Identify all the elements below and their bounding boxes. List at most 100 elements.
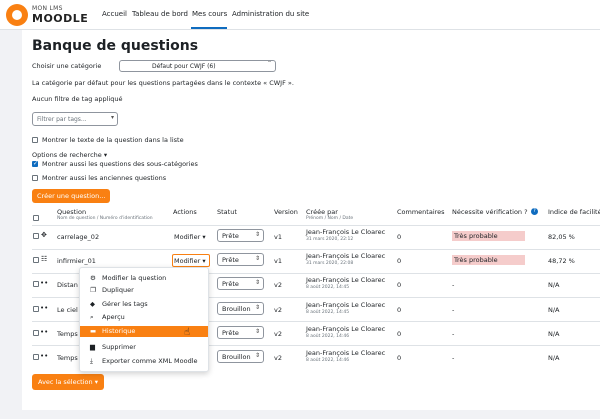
comments-count[interactable]: 0 xyxy=(397,354,401,362)
show-old-checkbox[interactable] xyxy=(32,175,38,181)
author: Jean-François Le Cloarec xyxy=(306,301,386,309)
comments-count[interactable]: 0 xyxy=(397,281,401,289)
review-value: - xyxy=(452,354,455,362)
menu-item-label: Supprimer xyxy=(102,343,136,351)
header-question[interactable]: Question xyxy=(57,208,86,216)
menu-item-tags[interactable]: ◆ Gérer les tags xyxy=(80,299,208,310)
chevron-down-icon: ▾ xyxy=(94,378,98,386)
tag-filter-input[interactable]: Filtrer par tags... xyxy=(32,112,118,126)
status-select[interactable]: Prête xyxy=(217,253,264,266)
create-question-button[interactable]: Créer une question... xyxy=(32,189,111,203)
short-answer-question-icon: •• xyxy=(40,279,49,287)
actions-menu-toggle[interactable]: Modifier ▾ xyxy=(174,233,206,241)
select-all-checkbox[interactable] xyxy=(33,215,39,221)
status-select[interactable]: Prête xyxy=(217,229,264,242)
question-name: carrelage_02 xyxy=(57,233,100,241)
actions-menu-toggle[interactable]: Modifier ▾ xyxy=(174,257,206,265)
category-label: Choisir une catégorie xyxy=(32,62,102,70)
download-icon: ⤓ xyxy=(90,357,93,365)
status-select[interactable]: Brouillon xyxy=(217,302,264,315)
header-needs-review[interactable]: Nécessite vérification ? xyxy=(452,208,528,216)
magnifier-icon: ⌕ xyxy=(90,313,94,321)
search-options-toggle[interactable]: Options de recherche ▾ xyxy=(32,151,107,159)
facility-index: N/A xyxy=(548,354,560,362)
row-checkbox[interactable] xyxy=(33,306,39,312)
menu-item-label: Aperçu xyxy=(102,313,125,321)
header-created-by[interactable]: Créée par xyxy=(306,208,338,216)
question-name: Temps xyxy=(57,330,78,338)
trash-icon: ▆ xyxy=(90,343,95,351)
help-icon[interactable]: ? xyxy=(531,208,538,215)
created-date: 8 août 2022, 14:46 xyxy=(306,334,350,339)
question-name: Le ciel xyxy=(57,306,78,314)
comments-count[interactable]: 0 xyxy=(397,330,401,338)
header-version: Version xyxy=(274,208,298,216)
status-select[interactable]: Prête xyxy=(217,277,264,290)
version: v2 xyxy=(274,281,282,289)
menu-item-edit[interactable]: ⚙ Modifier la question xyxy=(80,273,208,284)
version: v2 xyxy=(274,306,282,314)
bulk-actions-button[interactable]: Avec la sélection ▾ xyxy=(32,374,104,390)
facility-index: N/A xyxy=(548,281,560,289)
version: v2 xyxy=(274,330,282,338)
chevron-down-icon: ▾ xyxy=(103,151,108,159)
version: v1 xyxy=(274,257,282,265)
facility-index: 48,72 % xyxy=(548,257,575,265)
show-subcategories-label: Montrer aussi les questions des sous-cat… xyxy=(42,160,198,168)
status-select[interactable]: Prête xyxy=(217,326,264,339)
brand-title: MOODLE xyxy=(32,12,89,25)
menu-item-label: Modifier la question xyxy=(102,274,167,282)
gear-icon: ⚙ xyxy=(90,274,96,282)
dragdrop-question-icon: ✥ xyxy=(41,231,47,239)
matching-question-icon: ☷ xyxy=(41,255,48,263)
show-old-label: Montrer aussi les anciennes questions xyxy=(42,174,167,182)
category-description: La catégorie par défaut pour les questio… xyxy=(32,79,294,87)
nav-site-admin[interactable]: Administration du site xyxy=(232,10,309,18)
actions-dropdown-menu: ⚙ Modifier la question ❐ Dupliquer ◆ Gér… xyxy=(79,267,209,372)
author: Jean-François Le Cloarec xyxy=(306,276,386,284)
row-checkbox[interactable] xyxy=(33,257,39,263)
nav-dashboard[interactable]: Tableau de bord xyxy=(132,10,188,18)
row-checkbox[interactable] xyxy=(33,281,39,287)
menu-item-delete[interactable]: ▆ Supprimer xyxy=(80,342,208,353)
author: Jean-François Le Cloarec xyxy=(306,325,386,333)
comments-count[interactable]: 0 xyxy=(397,306,401,314)
show-subcategories-checkbox[interactable] xyxy=(32,160,38,167)
menu-item-export[interactable]: ⤓ Exporter comme XML Moodle xyxy=(80,356,208,367)
author: Jean-François Le Cloarec xyxy=(306,349,386,357)
question-name: Temps xyxy=(57,354,78,362)
header-facility[interactable]: Indice de facilité xyxy=(548,208,600,216)
menu-item-duplicate[interactable]: ❐ Dupliquer xyxy=(80,285,208,296)
short-answer-question-icon: •• xyxy=(40,352,49,360)
author: Jean-François Le Cloarec xyxy=(306,228,386,236)
version: v2 xyxy=(274,354,282,362)
row-checkbox[interactable] xyxy=(33,354,39,360)
facility-index: N/A xyxy=(548,330,560,338)
status-select[interactable]: Brouillon xyxy=(217,350,264,363)
menu-item-label: Exporter comme XML Moodle xyxy=(102,357,198,365)
row-checkbox[interactable] xyxy=(33,330,39,336)
nav-home[interactable]: Accueil xyxy=(102,10,127,18)
category-select[interactable]: Défaut pour CWJF (6) xyxy=(119,60,276,72)
page-title: Banque de questions xyxy=(32,38,199,54)
comments-count[interactable]: 0 xyxy=(397,233,401,241)
header-comments[interactable]: Commentaires xyxy=(397,208,445,216)
header-question-sub: Nom de question / Numéro d'identificatio… xyxy=(57,216,153,221)
review-badge: Très probable xyxy=(452,255,525,265)
header-status: Statut xyxy=(217,208,237,216)
row-divider xyxy=(32,249,600,250)
row-checkbox[interactable] xyxy=(33,233,39,239)
menu-item-preview[interactable]: ⌕ Aperçu xyxy=(80,312,208,323)
hand-cursor-icon: ☝ xyxy=(184,327,191,338)
created-date: 31 mars 2020, 22:12 xyxy=(306,237,354,242)
created-date: 8 août 2022, 14:45 xyxy=(306,285,350,290)
nav-my-courses[interactable]: Mes cours xyxy=(192,10,227,18)
facility-index: 82,05 % xyxy=(548,233,575,241)
moodle-logo-icon[interactable] xyxy=(6,4,28,26)
tag-filter-status: Aucun filtre de tag appliqué xyxy=(32,95,123,103)
comments-count[interactable]: 0 xyxy=(397,257,401,265)
review-value: - xyxy=(452,306,455,314)
review-badge: Très probable xyxy=(452,231,525,241)
question-name: Distan xyxy=(57,281,78,289)
show-text-checkbox[interactable] xyxy=(32,137,38,143)
